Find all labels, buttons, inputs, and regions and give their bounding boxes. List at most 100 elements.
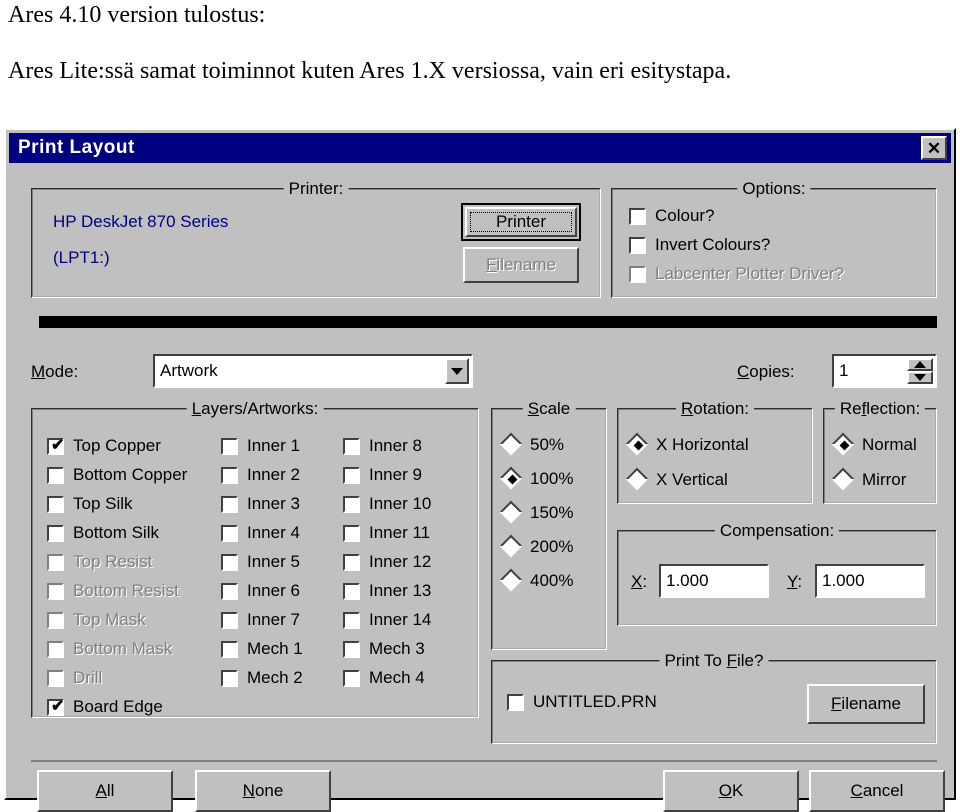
rotation-row-x-horizontal[interactable]: X Horizontal	[625, 432, 749, 456]
scale-radio-150[interactable]	[499, 500, 523, 524]
copies-spinner[interactable]	[907, 358, 933, 384]
select-none-layers-button[interactable]: None	[195, 770, 331, 812]
layer-checkbox-inner-9[interactable]	[343, 466, 360, 484]
layer-checkbox-inner-5[interactable]	[221, 553, 238, 571]
layer-checkbox-inner-7[interactable]	[221, 611, 238, 629]
layer-row-mech-3[interactable]: Mech 3	[343, 639, 425, 659]
layer-checkbox-mech-3[interactable]	[343, 640, 360, 658]
reflection-radio-mirror[interactable]	[831, 467, 855, 491]
triangle-down-icon	[914, 374, 926, 381]
layer-checkbox-inner-6[interactable]	[221, 582, 238, 600]
compensation-y-input[interactable]: 1.000	[815, 564, 925, 598]
reflection-row-mirror[interactable]: Mirror	[831, 467, 906, 491]
layer-row-inner-8[interactable]: Inner 8	[343, 436, 422, 456]
footer-separator	[31, 760, 937, 762]
print-to-file-filename-button[interactable]: Filename	[807, 684, 925, 724]
layer-checkbox-inner-10[interactable]	[343, 495, 360, 513]
printer-button[interactable]: Printer	[465, 207, 577, 237]
print-to-file-checkbox[interactable]	[507, 693, 524, 711]
option-invert-colours-row[interactable]: Invert Colours?	[629, 235, 770, 255]
layer-row-inner-11[interactable]: Inner 11	[343, 523, 430, 543]
layer-row-inner-12[interactable]: Inner 12	[343, 552, 431, 572]
scale-radio-100[interactable]	[499, 466, 523, 490]
rotation-row-x-vertical[interactable]: X Vertical	[625, 467, 728, 491]
layer-row-top-silk[interactable]: Top Silk	[47, 494, 133, 514]
scale-radio-400[interactable]	[499, 568, 523, 592]
scale-row-100[interactable]: 100%	[499, 466, 573, 490]
layer-row-inner-10[interactable]: Inner 10	[343, 494, 431, 514]
select-all-layers-button[interactable]: All	[37, 770, 173, 812]
rotation-radio-x-vertical[interactable]	[625, 467, 649, 491]
check-icon: ✔	[51, 697, 65, 715]
layer-checkbox-inner-12[interactable]	[343, 553, 360, 571]
layer-row-mech-2[interactable]: Mech 2	[221, 668, 303, 688]
reflection-label-normal: Normal	[862, 435, 917, 454]
layer-checkbox-mech-2[interactable]	[221, 669, 238, 687]
layer-row-bottom-copper[interactable]: Bottom Copper	[47, 465, 187, 485]
layer-checkbox-inner-4[interactable]	[221, 524, 238, 542]
layer-row-inner-2[interactable]: Inner 2	[221, 465, 300, 485]
layer-row-inner-7[interactable]: Inner 7	[221, 610, 300, 630]
layer-row-inner-13[interactable]: Inner 13	[343, 581, 431, 601]
layer-checkbox-inner-1[interactable]	[221, 437, 238, 455]
layer-checkbox-bottom-copper[interactable]	[47, 466, 64, 484]
layer-label-inner-1: Inner 1	[247, 436, 300, 455]
dialog-titlebar[interactable]: Print Layout ✕	[9, 133, 951, 163]
print-to-file-pre: Print To	[664, 651, 727, 670]
layer-row-top-copper[interactable]: ✔ Top Copper	[47, 436, 161, 456]
option-invert-colours-checkbox[interactable]	[629, 236, 646, 254]
option-colour-row[interactable]: Colour?	[629, 206, 715, 226]
layer-row-mech-1[interactable]: Mech 1	[221, 639, 303, 659]
cancel-button[interactable]: Cancel	[809, 770, 945, 812]
scale-row-200[interactable]: 200%	[499, 534, 573, 558]
layer-checkbox-bottom-silk[interactable]	[47, 524, 64, 542]
layer-row-inner-14[interactable]: Inner 14	[343, 610, 431, 630]
printer-filename-button[interactable]: Filename	[463, 247, 579, 283]
chevron-down-icon[interactable]	[445, 358, 469, 384]
reflection-row-normal[interactable]: Normal	[831, 432, 917, 456]
reflection-radio-normal[interactable]	[831, 432, 855, 456]
layer-checkbox-inner-11[interactable]	[343, 524, 360, 542]
layer-row-board-edge[interactable]: ✔ Board Edge	[47, 697, 163, 717]
rotation-radio-x-horizontal[interactable]	[625, 432, 649, 456]
scale-row-50[interactable]: 50%	[499, 432, 565, 456]
close-button[interactable]: ✕	[921, 136, 947, 160]
layer-checkbox-mech-1[interactable]	[221, 640, 238, 658]
document-heading: Ares 4.10 version tulostus: Ares Lite:ss…	[0, 0, 960, 84]
layer-row-drill: Drill	[47, 668, 102, 688]
layer-checkbox-inner-2[interactable]	[221, 466, 238, 484]
layer-checkbox-mech-4[interactable]	[343, 669, 360, 687]
scale-radio-200[interactable]	[499, 534, 523, 558]
layer-checkbox-inner-13[interactable]	[343, 582, 360, 600]
layer-checkbox-inner-8[interactable]	[343, 437, 360, 455]
option-colour-checkbox[interactable]	[629, 207, 646, 225]
layer-checkbox-top-mask	[47, 611, 64, 629]
layer-checkbox-inner-3[interactable]	[221, 495, 238, 513]
layer-row-bottom-silk[interactable]: Bottom Silk	[47, 523, 159, 543]
print-to-file-row[interactable]: UNTITLED.PRN	[507, 692, 657, 712]
layer-checkbox-top-silk[interactable]	[47, 495, 64, 513]
ok-button[interactable]: OK	[663, 770, 799, 812]
layer-row-inner-1[interactable]: Inner 1	[221, 436, 300, 456]
layer-checkbox-top-copper[interactable]: ✔	[47, 437, 64, 455]
layer-row-inner-6[interactable]: Inner 6	[221, 581, 300, 601]
printer-filename-button-rest: ilename	[496, 255, 556, 274]
layer-row-inner-4[interactable]: Inner 4	[221, 523, 300, 543]
scale-label-50: 50%	[530, 435, 565, 454]
copies-spinner-up[interactable]	[907, 358, 933, 371]
compensation-x-input[interactable]: 1.000	[659, 564, 769, 598]
layer-row-mech-4[interactable]: Mech 4	[343, 668, 425, 688]
layer-checkbox-board-edge[interactable]: ✔	[47, 697, 65, 716]
scale-radio-50[interactable]	[499, 432, 523, 456]
layer-row-inner-9[interactable]: Inner 9	[343, 465, 422, 485]
layer-row-inner-5[interactable]: Inner 5	[221, 552, 300, 572]
copies-stepper[interactable]: 1	[832, 354, 937, 388]
mode-combobox[interactable]: Artwork	[153, 354, 473, 388]
layer-row-inner-3[interactable]: Inner 3	[221, 494, 300, 514]
layer-label-inner-14: Inner 14	[369, 610, 432, 629]
layer-row-top-resist: Top Resist	[47, 552, 152, 572]
copies-spinner-down[interactable]	[907, 371, 933, 384]
layer-checkbox-inner-14[interactable]	[343, 611, 360, 629]
scale-row-150[interactable]: 150%	[499, 500, 573, 524]
scale-row-400[interactable]: 400%	[499, 568, 573, 592]
